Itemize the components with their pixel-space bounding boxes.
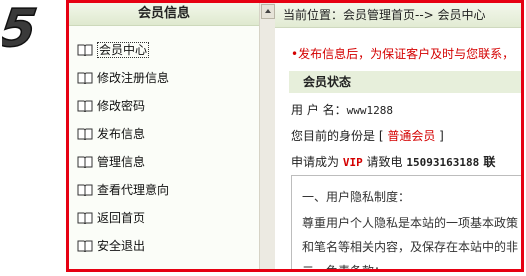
sidebar-scrollbar[interactable]: [259, 3, 275, 269]
book-icon: [77, 100, 93, 112]
sidebar-item-label: 安全退出: [97, 239, 146, 253]
username-label: 用 户 名：: [291, 103, 347, 117]
sidebar-item-label: 修改注册信息: [97, 71, 170, 85]
terms-box: 一、用户隐私制度： 尊重用户个人隐私是本站的一项基本政策 和笔名等相关内容，及保…: [291, 175, 521, 272]
terms-line: 尊重用户个人隐私是本站的一项基本政策: [302, 216, 519, 230]
username-row: 用 户 名：www1288: [291, 101, 393, 118]
highlight-frame: 会员信息 会员中心 修改注册信息 修改密码 发布信息 管理信息 查看代理意向 返…: [66, 0, 524, 272]
identity-prefix: 您目前的身份是 [: [291, 129, 388, 143]
main-content: 当前位置：会员管理首页--> 会员中心 •发布信息后，为保证客户及时与您联系， …: [275, 3, 521, 272]
username-value: www1288: [346, 104, 393, 117]
vip-label: VIP: [342, 156, 363, 169]
book-icon: [77, 44, 93, 56]
sidebar-item-logout[interactable]: 安全退出: [77, 236, 145, 256]
member-sidebar: 会员信息 会员中心 修改注册信息 修改密码 发布信息 管理信息 查看代理意向 返…: [69, 3, 259, 269]
apply-middle: 请致电: [362, 155, 407, 169]
step-number: 5: [2, 0, 40, 56]
sidebar-item-label: 管理信息: [97, 155, 146, 169]
sidebar-title: 会员信息: [69, 3, 259, 26]
book-icon: [77, 240, 93, 252]
breadcrumb: 当前位置：会员管理首页--> 会员中心: [275, 3, 521, 28]
book-icon: [77, 72, 93, 84]
apply-suffix: 联: [479, 155, 496, 169]
member-status-title: 会员状态: [289, 71, 521, 93]
contact-phone: 15093163188: [406, 156, 480, 169]
publish-notice: •发布信息后，为保证客户及时与您联系，: [291, 47, 515, 61]
sidebar-item-label: 会员中心: [97, 42, 150, 58]
vip-apply-row: 申请成为 VIP 请致电 15093163188 联: [291, 153, 495, 170]
sidebar-item-home[interactable]: 返回首页: [77, 208, 145, 228]
sidebar-item-label: 修改密码: [97, 99, 146, 113]
sidebar-item-change-password[interactable]: 修改密码: [77, 96, 145, 116]
book-icon: [77, 156, 93, 168]
sidebar-item-label: 发布信息: [97, 127, 146, 141]
apply-prefix: 申请成为: [291, 155, 343, 169]
book-icon: [77, 128, 93, 140]
sidebar-item-agent-intent[interactable]: 查看代理意向: [77, 180, 169, 200]
identity-value: 普通会员: [387, 129, 436, 143]
sidebar-item-manage-info[interactable]: 管理信息: [77, 152, 145, 172]
identity-suffix: ]: [435, 129, 444, 143]
terms-line: 和笔名等相关内容，及保存在本站中的非: [302, 240, 519, 254]
sidebar-item-edit-registration[interactable]: 修改注册信息: [77, 68, 169, 88]
book-icon: [77, 212, 93, 224]
triangle-up-icon: [265, 9, 271, 13]
book-icon: [77, 184, 93, 196]
sidebar-item-member-center[interactable]: 会员中心: [77, 40, 150, 60]
scroll-up-button[interactable]: [261, 4, 275, 19]
sidebar-item-label: 返回首页: [97, 211, 146, 225]
terms-line: 一、用户隐私制度：: [302, 190, 411, 204]
sidebar-item-label: 查看代理意向: [97, 183, 170, 197]
step-number-badge: 5: [2, 0, 41, 56]
identity-row: 您目前的身份是 [ 普通会员 ]: [291, 127, 444, 144]
terms-line: 二、免责条款：: [302, 264, 387, 272]
sidebar-item-publish-info[interactable]: 发布信息: [77, 124, 145, 144]
